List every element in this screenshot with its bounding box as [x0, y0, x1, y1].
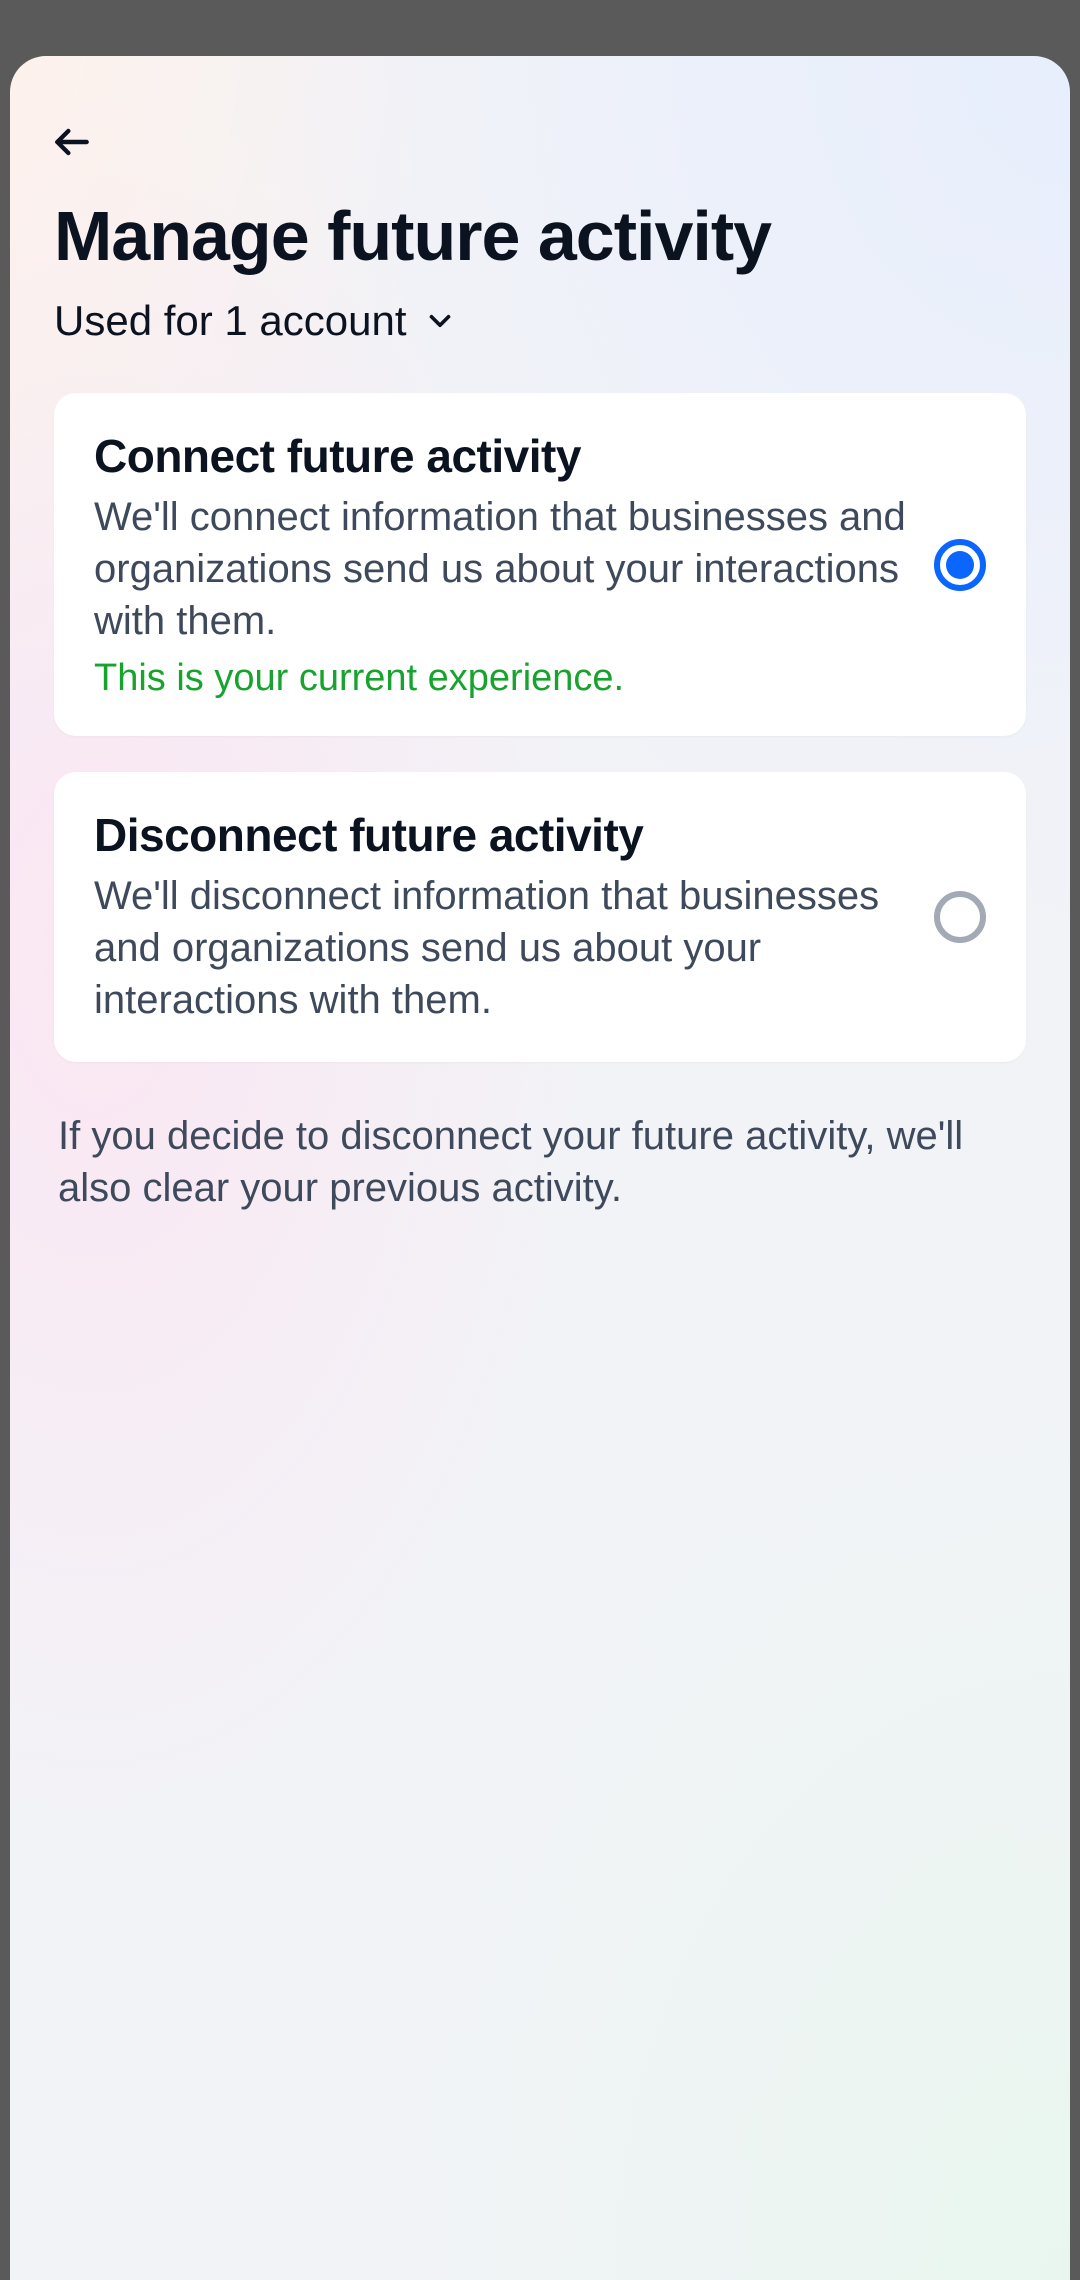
footer-note: If you decide to disconnect your future …: [54, 1098, 1026, 1214]
option-disconnect-text: Disconnect future activity We'll disconn…: [94, 808, 906, 1026]
radio-inner-icon: [946, 551, 974, 579]
option-connect-radio[interactable]: [934, 539, 986, 591]
arrow-left-icon: [50, 120, 94, 164]
option-connect-description: We'll connect information that businesse…: [94, 491, 906, 647]
page-title: Manage future activity: [54, 198, 1026, 275]
option-connect-text: Connect future activity We'll connect in…: [94, 429, 906, 700]
settings-sheet: Manage future activity Used for 1 accoun…: [10, 56, 1070, 2280]
back-button[interactable]: [50, 114, 106, 170]
account-selector[interactable]: Used for 1 account: [54, 297, 1026, 345]
option-disconnect-title: Disconnect future activity: [94, 808, 906, 862]
option-connect-title: Connect future activity: [94, 429, 906, 483]
option-connect-current-note: This is your current experience.: [94, 657, 906, 700]
option-disconnect-radio[interactable]: [934, 891, 986, 943]
option-disconnect-card[interactable]: Disconnect future activity We'll disconn…: [54, 772, 1026, 1062]
option-connect-card[interactable]: Connect future activity We'll connect in…: [54, 393, 1026, 736]
account-selector-label: Used for 1 account: [54, 297, 407, 345]
option-disconnect-description: We'll disconnect information that busine…: [94, 870, 906, 1026]
chevron-down-icon: [423, 304, 457, 338]
radio-outer-icon: [934, 891, 986, 943]
